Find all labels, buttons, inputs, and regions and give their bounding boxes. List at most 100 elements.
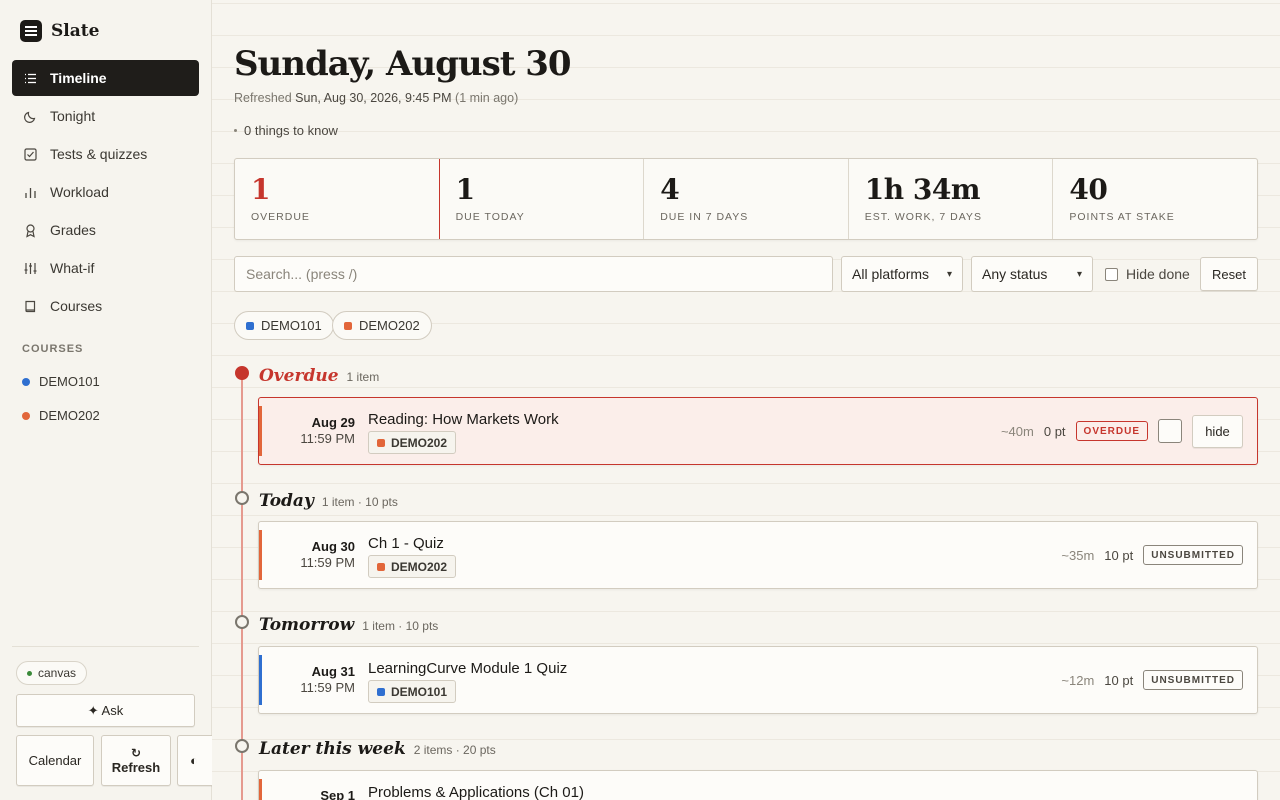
- chip-label: DEMO202: [359, 318, 420, 333]
- search-input[interactable]: Search... (press /): [234, 256, 833, 292]
- things-to-know-label: 0 things to know: [244, 123, 338, 138]
- timeline-rail: [241, 375, 243, 800]
- source-label: canvas: [38, 666, 77, 680]
- sidebar-divider: [12, 646, 199, 647]
- course-color-dot: [22, 411, 30, 420]
- sidebar: Slate Timeline Tonight Tests & quizzes W…: [0, 0, 223, 800]
- group-header-tomorrow: Tomorrow 1 item · 10 pts: [259, 615, 438, 635]
- group-meta: 1 item: [346, 370, 380, 384]
- sidebar-item-label: Courses: [50, 298, 103, 314]
- stat-due-today[interactable]: 1 DUE TODAY: [440, 159, 644, 239]
- sidebar-item-label: Timeline: [50, 70, 107, 86]
- assignment-title[interactable]: Ch 1 - Quiz: [368, 535, 444, 552]
- points: 10 pt: [1104, 547, 1134, 563]
- checkbox-icon: [23, 147, 38, 162]
- brand[interactable]: Slate: [20, 20, 99, 42]
- hide-done-label: Hide done: [1126, 266, 1190, 282]
- assignment-card[interactable]: Aug 29 11:59 PM Reading: How Markets Wor…: [258, 397, 1258, 465]
- sidebar-nav: Timeline Tonight Tests & quizzes Workloa…: [12, 60, 199, 326]
- calendar-button[interactable]: Calendar: [16, 735, 94, 786]
- sidebar-item-workload[interactable]: Workload: [12, 174, 199, 210]
- group-title: Overdue: [259, 366, 339, 386]
- stat-label: OVERDUE: [251, 211, 310, 223]
- group-meta: 2 items · 20 pts: [413, 743, 496, 757]
- sidebar-item-courses[interactable]: Courses: [12, 288, 199, 324]
- group-header-today: Today 1 item · 10 pts: [259, 491, 398, 511]
- bar-chart-icon: [23, 185, 38, 200]
- course-tag: DEMO202: [368, 431, 457, 454]
- assignment-title[interactable]: LearningCurve Module 1 Quiz: [368, 660, 567, 677]
- refresh-button[interactable]: ↻ Refresh: [101, 735, 171, 786]
- status-badge: OVERDUE: [1075, 421, 1148, 441]
- hide-done-toggle[interactable]: Hide done: [1105, 266, 1190, 282]
- ribbon-icon: [23, 223, 38, 238]
- assignment-title[interactable]: Reading: How Markets Work: [368, 411, 559, 428]
- hide-button[interactable]: hide: [1192, 414, 1243, 448]
- sidebar-course-demo202[interactable]: DEMO202: [22, 408, 100, 423]
- stat-overdue[interactable]: 1 OVERDUE: [235, 159, 440, 239]
- sidebar-item-label: What-if: [50, 260, 95, 276]
- group-header-later: Later this week 2 items · 20 pts: [259, 739, 496, 759]
- hide-done-checkbox[interactable]: [1105, 267, 1118, 281]
- courses-heading: COURSES: [22, 343, 84, 355]
- course-stripe: [259, 779, 262, 800]
- sidebar-item-timeline[interactable]: Timeline: [12, 60, 199, 96]
- stat-est-work[interactable]: 1h 34m EST. WORK, 7 DAYS: [847, 159, 1053, 239]
- sidebar-course-demo101[interactable]: DEMO101: [22, 374, 100, 389]
- menu-icon: [20, 20, 42, 42]
- stat-value: 1: [455, 173, 475, 206]
- assignment-card[interactable]: Sep 1 Problems & Applications (Ch 01): [258, 770, 1258, 800]
- assignment-meta: ~12m 10 pt UNSUBMITTED: [1061, 647, 1243, 713]
- stat-value: 40: [1069, 173, 1108, 206]
- course-color-square: [377, 687, 385, 696]
- platform-select[interactable]: All platforms ▾: [841, 256, 963, 292]
- stat-label: DUE IN 7 DAYS: [660, 211, 749, 223]
- sidebar-item-label: Workload: [50, 184, 109, 200]
- course-color-square: [377, 438, 385, 447]
- points: 0 pt: [1043, 423, 1066, 439]
- stat-points[interactable]: 40 POINTS AT STAKE: [1052, 159, 1257, 239]
- due-time: 11:59 PM: [300, 431, 355, 446]
- course-stripe: [259, 406, 262, 456]
- stat-label: EST. WORK, 7 DAYS: [864, 211, 982, 223]
- sidebar-item-label: Tests & quizzes: [50, 146, 148, 162]
- sidebar-item-grades[interactable]: Grades: [12, 212, 199, 248]
- stat-label: DUE TODAY: [455, 211, 525, 223]
- sidebar-item-label: Tonight: [50, 108, 96, 124]
- timeline-node: [235, 739, 249, 753]
- due-date: Aug 29: [311, 415, 355, 430]
- course-filter-chip-demo202[interactable]: DEMO202: [332, 311, 432, 340]
- sidebar-item-tests[interactable]: Tests & quizzes: [12, 136, 199, 172]
- status-select[interactable]: Any status ▾: [971, 256, 1093, 292]
- reset-button[interactable]: Reset: [1200, 257, 1258, 291]
- course-color-square: [377, 562, 385, 571]
- course-tag-label: DEMO202: [391, 559, 448, 574]
- chevron-down-icon: ▾: [946, 268, 952, 280]
- stat-label: POINTS AT STAKE: [1069, 211, 1175, 223]
- course-stripe: [259, 655, 262, 705]
- points: 10 pt: [1104, 672, 1134, 688]
- due-time: 11:59 PM: [300, 680, 355, 695]
- stat-value: 4: [660, 173, 680, 206]
- assignment-meta: ~35m 10 pt UNSUBMITTED: [1061, 522, 1243, 588]
- ask-button[interactable]: ✦ Ask: [16, 694, 195, 727]
- app-name: Slate: [51, 21, 100, 41]
- sidebar-item-what-if[interactable]: What-if: [12, 250, 199, 286]
- course-tag: DEMO202: [368, 555, 457, 578]
- chevron-down-icon: ▾: [1076, 268, 1082, 280]
- course-stripe: [259, 530, 262, 580]
- assignment-card[interactable]: Aug 31 11:59 PM LearningCurve Module 1 Q…: [258, 646, 1258, 714]
- assignment-card[interactable]: Aug 30 11:59 PM Ch 1 - Quiz DEMO202 ~35m…: [258, 521, 1258, 589]
- status-badge: UNSUBMITTED: [1143, 545, 1243, 565]
- done-checkbox[interactable]: [1158, 419, 1182, 443]
- refresh-label: Refresh: [111, 759, 161, 775]
- source-pill: canvas: [16, 661, 88, 685]
- course-filter-chip-demo101[interactable]: DEMO101: [234, 311, 334, 340]
- assignment-title[interactable]: Problems & Applications (Ch 01): [368, 784, 584, 800]
- status-dot-icon: [27, 670, 32, 676]
- stat-due-7-days[interactable]: 4 DUE IN 7 DAYS: [643, 159, 848, 239]
- stat-value: 1h 34m: [864, 173, 981, 206]
- estimate: ~40m: [1000, 423, 1034, 439]
- things-to-know-toggle[interactable]: 0 things to know: [234, 123, 338, 138]
- sidebar-item-tonight[interactable]: Tonight: [12, 98, 199, 134]
